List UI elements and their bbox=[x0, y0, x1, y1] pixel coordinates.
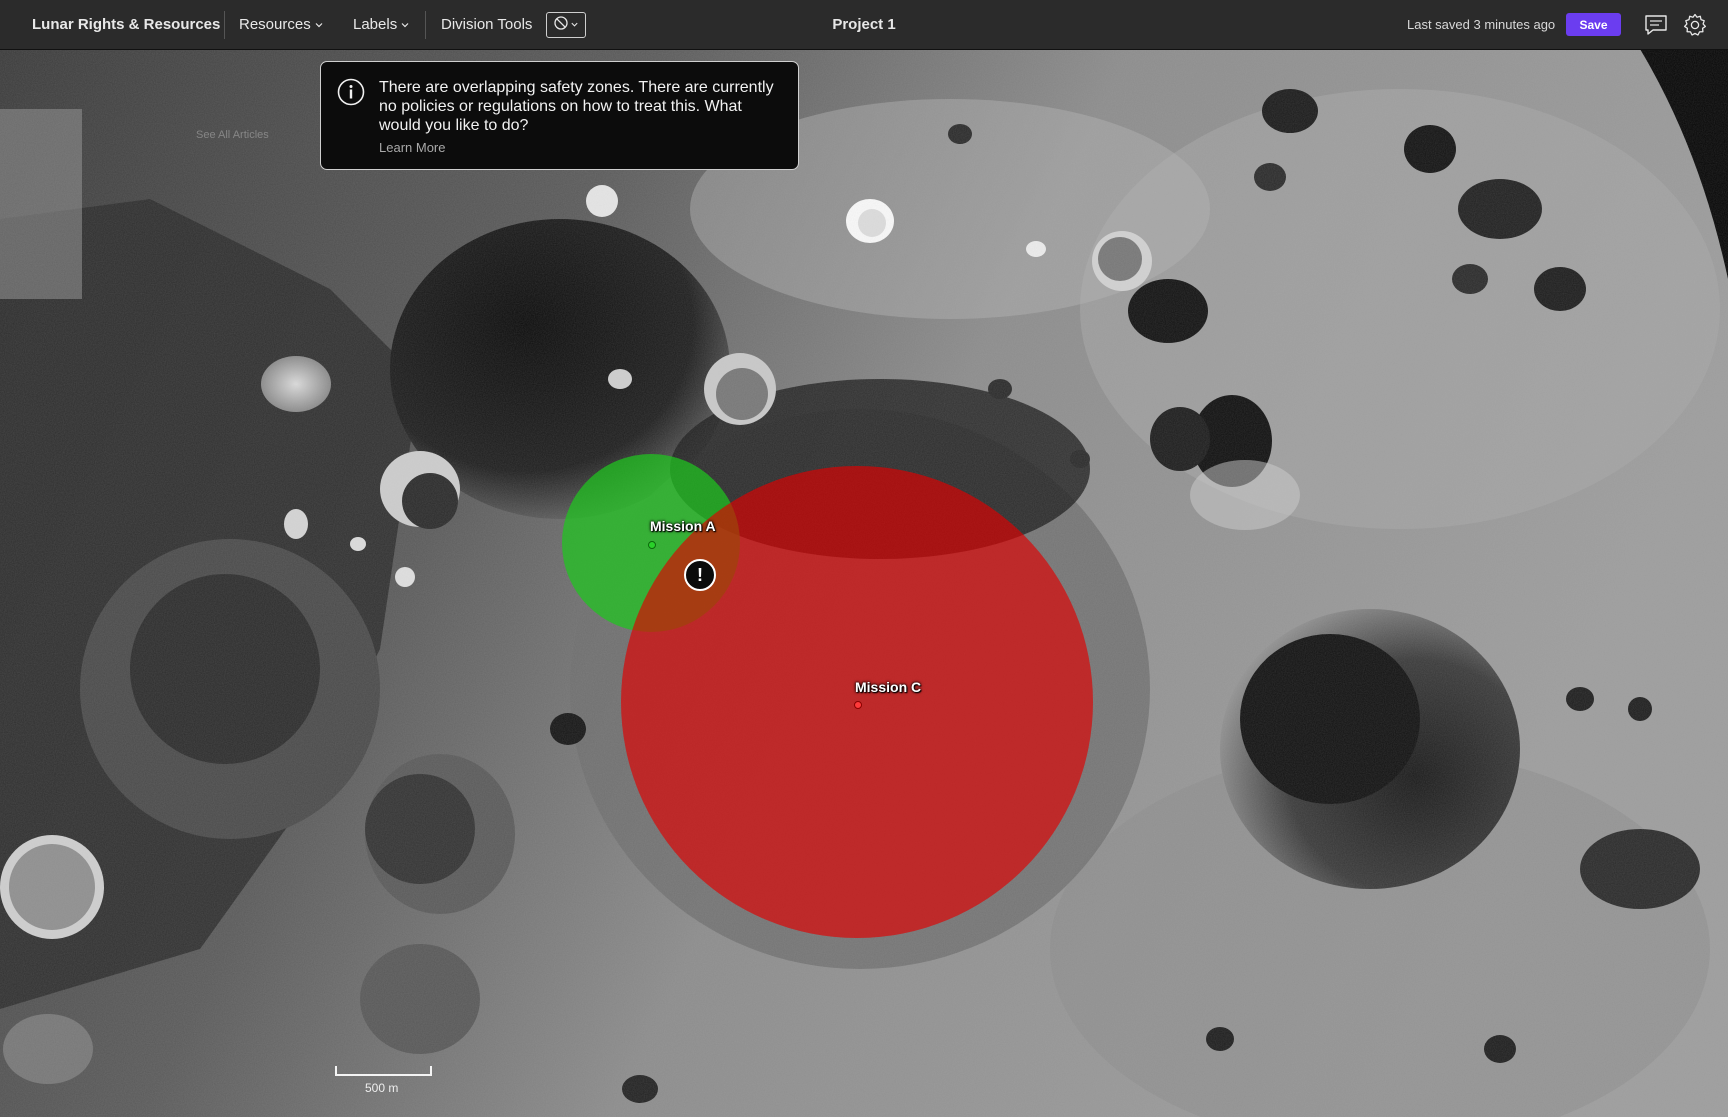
chevron-down-icon bbox=[314, 20, 324, 30]
overlap-warning-icon[interactable]: ! bbox=[684, 559, 716, 591]
menu-labels-label: Labels bbox=[353, 16, 398, 33]
divider bbox=[224, 11, 225, 39]
tool-selector-button[interactable] bbox=[546, 12, 586, 38]
mission-a-marker[interactable] bbox=[648, 541, 656, 549]
menu-resources-label: Resources bbox=[239, 16, 311, 33]
scale-label: 500 m bbox=[365, 1081, 399, 1095]
project-title[interactable]: Project 1 bbox=[832, 16, 895, 33]
lunar-map[interactable]: See All Articles bbox=[0, 49, 1728, 1117]
mission-a-label[interactable]: Mission A bbox=[650, 518, 716, 534]
gear-icon[interactable] bbox=[1683, 13, 1707, 37]
overlap-alert: There are overlapping safety zones. Ther… bbox=[320, 61, 799, 170]
info-icon bbox=[337, 78, 365, 106]
mission-c-marker[interactable] bbox=[854, 701, 862, 709]
scale-bar bbox=[335, 1066, 432, 1076]
comment-icon[interactable] bbox=[1644, 13, 1668, 37]
mission-c-label[interactable]: Mission C bbox=[855, 679, 921, 695]
chevron-down-icon bbox=[570, 16, 579, 34]
app-title[interactable]: Lunar Rights & Resources bbox=[32, 0, 220, 49]
save-button[interactable]: Save bbox=[1566, 13, 1621, 36]
top-bar: Lunar Rights & Resources Resources Label… bbox=[0, 0, 1728, 49]
menu-resources[interactable]: Resources bbox=[239, 0, 324, 49]
menu-labels[interactable]: Labels bbox=[353, 0, 410, 49]
divider bbox=[425, 11, 426, 39]
map-scale: 500 m bbox=[335, 1066, 435, 1095]
see-all-articles-link[interactable]: See All Articles bbox=[196, 129, 269, 141]
menu-division-tools[interactable]: Division Tools bbox=[441, 0, 532, 49]
chevron-down-icon bbox=[400, 20, 410, 30]
last-saved-status: Last saved 3 minutes ago bbox=[1407, 17, 1556, 32]
alert-message: There are overlapping safety zones. Ther… bbox=[379, 79, 774, 134]
no-entry-icon bbox=[553, 15, 569, 36]
safety-zones-layer bbox=[562, 454, 1093, 938]
learn-more-link[interactable]: Learn More bbox=[379, 140, 445, 155]
